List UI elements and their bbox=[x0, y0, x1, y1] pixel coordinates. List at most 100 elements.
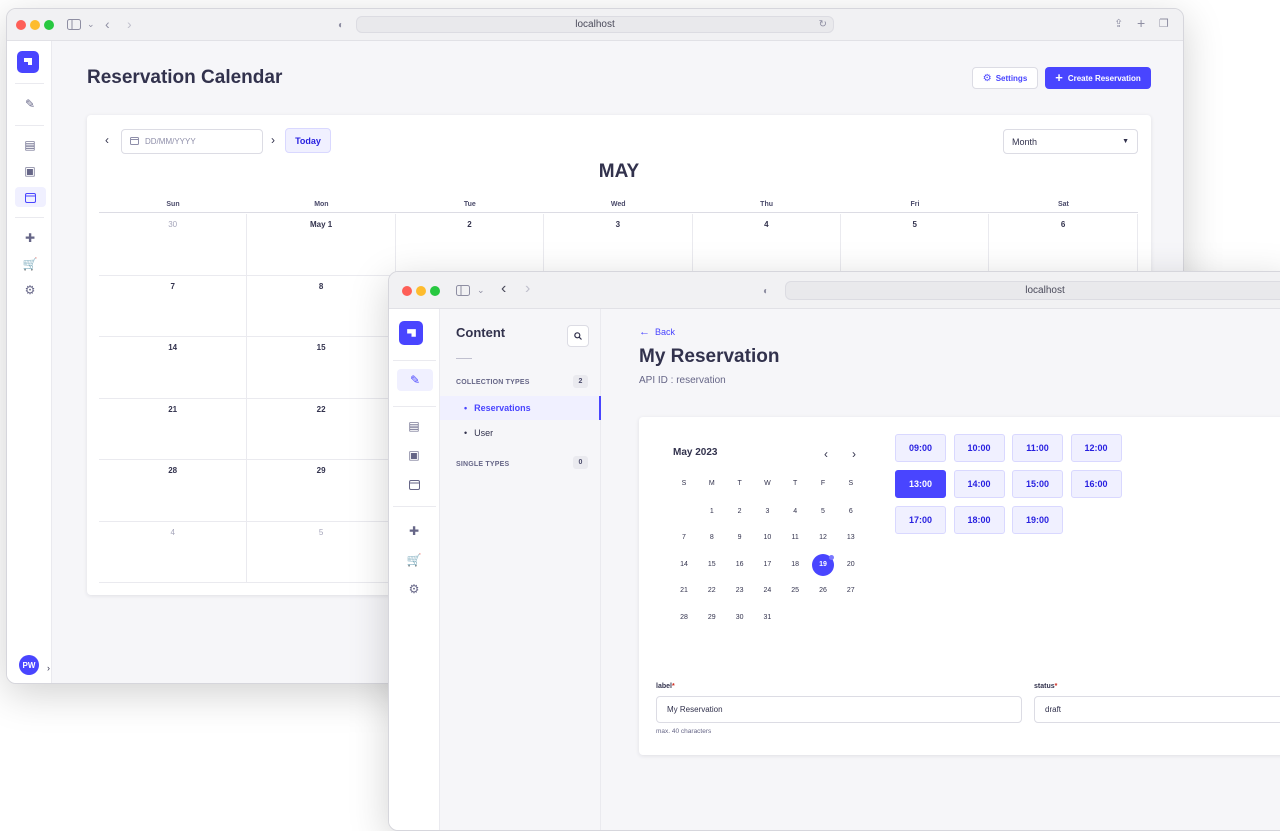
new-tab-icon[interactable]: + bbox=[1137, 16, 1145, 30]
search-icon[interactable] bbox=[567, 325, 589, 347]
close-window-button[interactable] bbox=[16, 20, 26, 30]
picker-day[interactable]: 3 bbox=[756, 501, 778, 523]
previous-month-icon[interactable]: ‹ bbox=[105, 133, 109, 147]
status-select[interactable]: draft bbox=[1034, 696, 1280, 723]
calendar-day-cell[interactable]: 15 bbox=[247, 337, 396, 399]
picker-day[interactable]: 24 bbox=[756, 580, 778, 602]
picker-day[interactable]: 2 bbox=[729, 501, 751, 523]
picker-day[interactable]: 8 bbox=[701, 527, 723, 549]
calendar-day-cell[interactable]: 3 bbox=[544, 214, 693, 276]
picker-day[interactable]: 19 bbox=[812, 553, 834, 576]
chevron-down-icon[interactable]: ⌄ bbox=[87, 17, 95, 31]
browser-forward-icon[interactable]: › bbox=[525, 281, 530, 297]
time-slot-button[interactable]: 19:00 bbox=[1012, 506, 1063, 534]
time-slot-button[interactable]: 16:00 bbox=[1070, 470, 1122, 498]
picker-day[interactable]: 15 bbox=[701, 554, 723, 576]
marketplace-icon[interactable]: 🛒 bbox=[19, 254, 41, 274]
time-slot-button[interactable]: 18:00 bbox=[953, 506, 1005, 534]
sidebar-toggle-icon[interactable] bbox=[456, 284, 470, 298]
time-slot-button[interactable]: 14:00 bbox=[953, 470, 1005, 498]
picker-day[interactable]: 18 bbox=[784, 554, 806, 576]
picker-day[interactable]: 1 bbox=[701, 501, 723, 523]
picker-day[interactable]: 29 bbox=[701, 607, 723, 629]
picker-day[interactable]: 11 bbox=[784, 527, 806, 549]
calendar-day-cell[interactable]: 5 bbox=[841, 214, 990, 276]
nav-item-user[interactable]: • User bbox=[440, 421, 601, 445]
picker-day[interactable]: 10 bbox=[756, 527, 778, 549]
picker-day[interactable]: 26 bbox=[812, 580, 834, 602]
close-window-button[interactable] bbox=[402, 286, 412, 296]
minimize-window-button[interactable] bbox=[416, 286, 426, 296]
picker-day[interactable]: 17 bbox=[756, 554, 778, 576]
reload-icon[interactable]: ↻ bbox=[819, 17, 827, 32]
settings-button[interactable]: ⚙ Settings bbox=[972, 67, 1038, 89]
picker-day[interactable]: 6 bbox=[840, 501, 862, 523]
calendar-day-cell[interactable]: 7 bbox=[99, 275, 248, 337]
date-input[interactable]: DD/MM/YYYY bbox=[121, 129, 263, 154]
back-link[interactable]: ← Back bbox=[639, 326, 675, 338]
content-type-builder-icon[interactable]: ▤ bbox=[403, 416, 425, 436]
picker-day[interactable]: 12 bbox=[812, 527, 834, 549]
next-month-icon[interactable]: › bbox=[271, 133, 275, 147]
picker-day[interactable]: 13 bbox=[840, 527, 862, 549]
app-logo[interactable] bbox=[399, 321, 423, 345]
media-library-icon[interactable]: ▣ bbox=[19, 161, 41, 181]
calendar-day-cell[interactable]: 4 bbox=[99, 521, 248, 583]
time-slot-button[interactable]: 13:00 bbox=[895, 470, 946, 498]
picker-day[interactable]: 22 bbox=[701, 580, 723, 602]
picker-day[interactable]: 21 bbox=[673, 580, 695, 602]
calendar-day-cell[interactable]: 14 bbox=[99, 337, 248, 399]
time-slot-button[interactable]: 11:00 bbox=[1012, 434, 1063, 462]
expand-sidebar-icon[interactable]: › bbox=[47, 663, 50, 673]
plugins-icon[interactable]: ✚ bbox=[19, 228, 41, 248]
media-library-icon[interactable]: ▣ bbox=[403, 445, 425, 465]
view-select[interactable]: Month ▼ bbox=[1003, 129, 1138, 154]
settings-gear-icon[interactable]: ⚙ bbox=[403, 579, 425, 599]
tabs-overview-icon[interactable]: ❐ bbox=[1159, 17, 1169, 31]
picker-day[interactable]: 4 bbox=[784, 501, 806, 523]
picker-day[interactable]: 28 bbox=[673, 607, 695, 629]
calendar-day-cell[interactable]: 21 bbox=[99, 398, 248, 460]
picker-day[interactable]: 25 bbox=[784, 580, 806, 602]
picker-day[interactable]: 31 bbox=[756, 607, 778, 629]
picker-day[interactable]: 23 bbox=[729, 580, 751, 602]
marketplace-icon[interactable]: 🛒 bbox=[403, 550, 425, 570]
calendar-day-cell[interactable]: 4 bbox=[692, 214, 841, 276]
picker-next-month-icon[interactable]: › bbox=[852, 447, 856, 461]
content-type-builder-icon[interactable]: ▤ bbox=[19, 135, 41, 155]
picker-day[interactable]: 9 bbox=[729, 527, 751, 549]
content-manager-icon[interactable]: ✎ bbox=[19, 94, 41, 114]
time-slot-button[interactable]: 10:00 bbox=[953, 434, 1005, 462]
picker-day[interactable]: 14 bbox=[673, 554, 695, 576]
time-slot-button[interactable]: 17:00 bbox=[895, 506, 946, 534]
browser-back-icon[interactable]: ‹ bbox=[501, 281, 506, 297]
plugins-icon[interactable]: ✚ bbox=[403, 521, 425, 541]
today-button[interactable]: Today bbox=[285, 128, 331, 153]
calendar-icon[interactable] bbox=[403, 474, 425, 494]
address-bar[interactable]: localhost bbox=[785, 281, 1280, 300]
maximize-window-button[interactable] bbox=[44, 20, 54, 30]
time-slot-button[interactable]: 09:00 bbox=[895, 434, 946, 462]
calendar-day-cell[interactable]: 2 bbox=[395, 214, 545, 276]
time-slot-button[interactable]: 12:00 bbox=[1070, 434, 1122, 462]
chevron-down-icon[interactable]: ⌄ bbox=[477, 283, 485, 297]
picker-day[interactable]: 30 bbox=[729, 607, 751, 629]
sidebar-toggle-icon[interactable] bbox=[67, 18, 81, 32]
app-logo[interactable] bbox=[17, 51, 39, 73]
create-reservation-button[interactable]: + Create Reservation bbox=[1045, 67, 1151, 89]
calendar-day-cell[interactable]: May 1 bbox=[247, 214, 396, 276]
label-input[interactable]: My Reservation bbox=[656, 696, 1022, 723]
picker-prev-month-icon[interactable]: ‹ bbox=[824, 447, 828, 461]
picker-day[interactable]: 5 bbox=[812, 501, 834, 523]
content-manager-icon[interactable]: ✎ bbox=[397, 369, 433, 391]
calendar-day-cell[interactable]: 8 bbox=[247, 275, 396, 337]
settings-gear-icon[interactable]: ⚙ bbox=[19, 280, 41, 300]
nav-item-reservations[interactable]: • Reservations bbox=[440, 396, 601, 420]
picker-day[interactable]: 27 bbox=[840, 580, 862, 602]
maximize-window-button[interactable] bbox=[430, 286, 440, 296]
picker-day[interactable]: 16 bbox=[729, 554, 751, 576]
browser-forward-icon[interactable]: › bbox=[127, 17, 132, 31]
calendar-day-cell[interactable]: 6 bbox=[989, 214, 1138, 276]
share-icon[interactable]: ⇪ bbox=[1114, 17, 1123, 31]
picker-day[interactable]: 7 bbox=[673, 527, 695, 549]
